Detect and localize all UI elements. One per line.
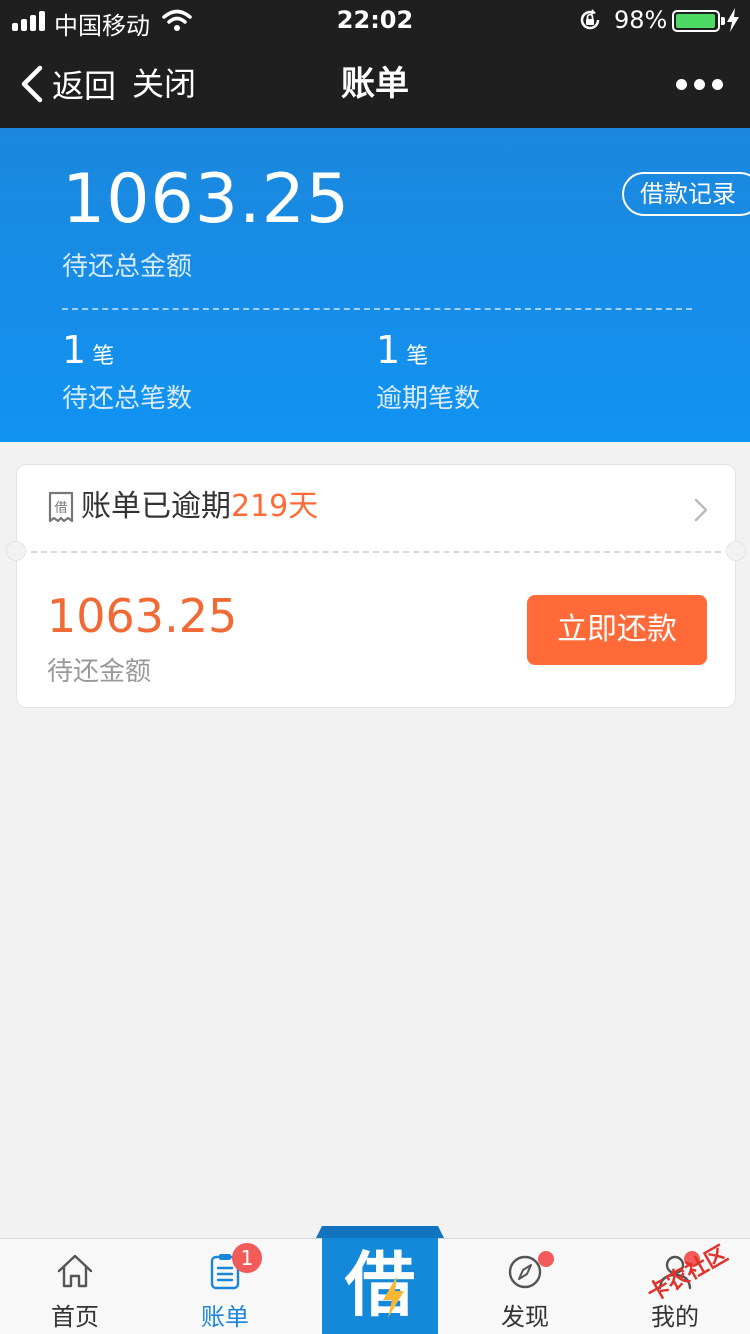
tab-mine-label: 我的 [651, 1303, 699, 1331]
loan-record-button[interactable]: 借款记录 [622, 172, 750, 216]
back-label: 返回 [52, 67, 117, 105]
bill-divider [31, 551, 721, 553]
stat-total-count-label: 待还总笔数 [62, 384, 193, 414]
repayment-summary: 1063.25 待还总金额 借款记录 1笔 待还总笔数 1笔 逾期笔数 [0, 128, 750, 442]
ticket-notch-right [726, 541, 746, 561]
bill-due-label: 待还金额 [47, 657, 152, 687]
tab-home[interactable]: 首页 [0, 1239, 150, 1334]
back-button[interactable]: 返回 [18, 64, 117, 105]
tab-discover[interactable]: 发现 [450, 1239, 600, 1334]
more-options-icon[interactable] [672, 66, 728, 102]
bill-card: 借 账单已逾期219天 1063.25 待还金额 立即还款 [6, 464, 746, 708]
status-bar: 中国移动 22:02 98% [0, 0, 750, 40]
close-button[interactable]: 关闭 [132, 64, 196, 104]
battery-icon [672, 10, 725, 32]
stat-overdue-count-unit: 笔 [406, 344, 429, 369]
total-due-amount: 1063.25 [62, 160, 351, 239]
tab-borrow[interactable]: 借 [316, 1226, 444, 1334]
stat-total-count-value: 1 [62, 328, 87, 372]
receipt-icon: 借 [48, 491, 74, 523]
battery-percent: 98% [614, 6, 668, 34]
tab-bill[interactable]: 1 账单 [150, 1239, 300, 1334]
bill-status-text: 账单已逾期219天 [81, 487, 318, 527]
borrow-bolt-icon [383, 1276, 404, 1318]
stat-total-count: 1笔 待还总笔数 [62, 328, 192, 415]
ticket-notch-left [6, 541, 26, 561]
tab-mine[interactable]: 我的 [600, 1239, 750, 1334]
rotation-lock-icon [580, 9, 600, 30]
repay-now-button[interactable]: 立即还款 [527, 595, 707, 665]
chevron-left-icon [21, 65, 43, 103]
stat-overdue-count: 1笔 逾期笔数 [376, 328, 480, 415]
tab-discover-label: 发现 [501, 1303, 549, 1331]
tab-bill-label: 账单 [201, 1303, 249, 1331]
bill-status-prefix: 账单已逾期 [81, 489, 231, 524]
bill-overdue-row[interactable]: 借 账单已逾期219天 [17, 465, 737, 551]
total-due-label: 待还总金额 [62, 252, 193, 282]
stat-total-count-unit: 笔 [92, 344, 115, 369]
discover-notification-dot [538, 1251, 554, 1267]
bill-due-amount: 1063.25 [47, 589, 238, 643]
overdue-days: 219天 [231, 489, 319, 524]
summary-divider [62, 308, 692, 310]
bill-badge-count: 1 [232, 1243, 262, 1273]
mine-notification-dot [684, 1251, 700, 1267]
home-icon [57, 1254, 93, 1288]
tab-home-label: 首页 [51, 1303, 99, 1331]
nav-bar: 返回 关闭 账单 [0, 40, 750, 128]
receipt-icon-char: 借 [54, 501, 67, 516]
stat-overdue-count-value: 1 [376, 328, 401, 372]
charging-bolt-icon [727, 8, 739, 32]
stat-overdue-count-label: 逾期笔数 [376, 384, 481, 414]
chevron-right-icon [694, 498, 708, 522]
borrow-tab-cap [316, 1226, 444, 1238]
